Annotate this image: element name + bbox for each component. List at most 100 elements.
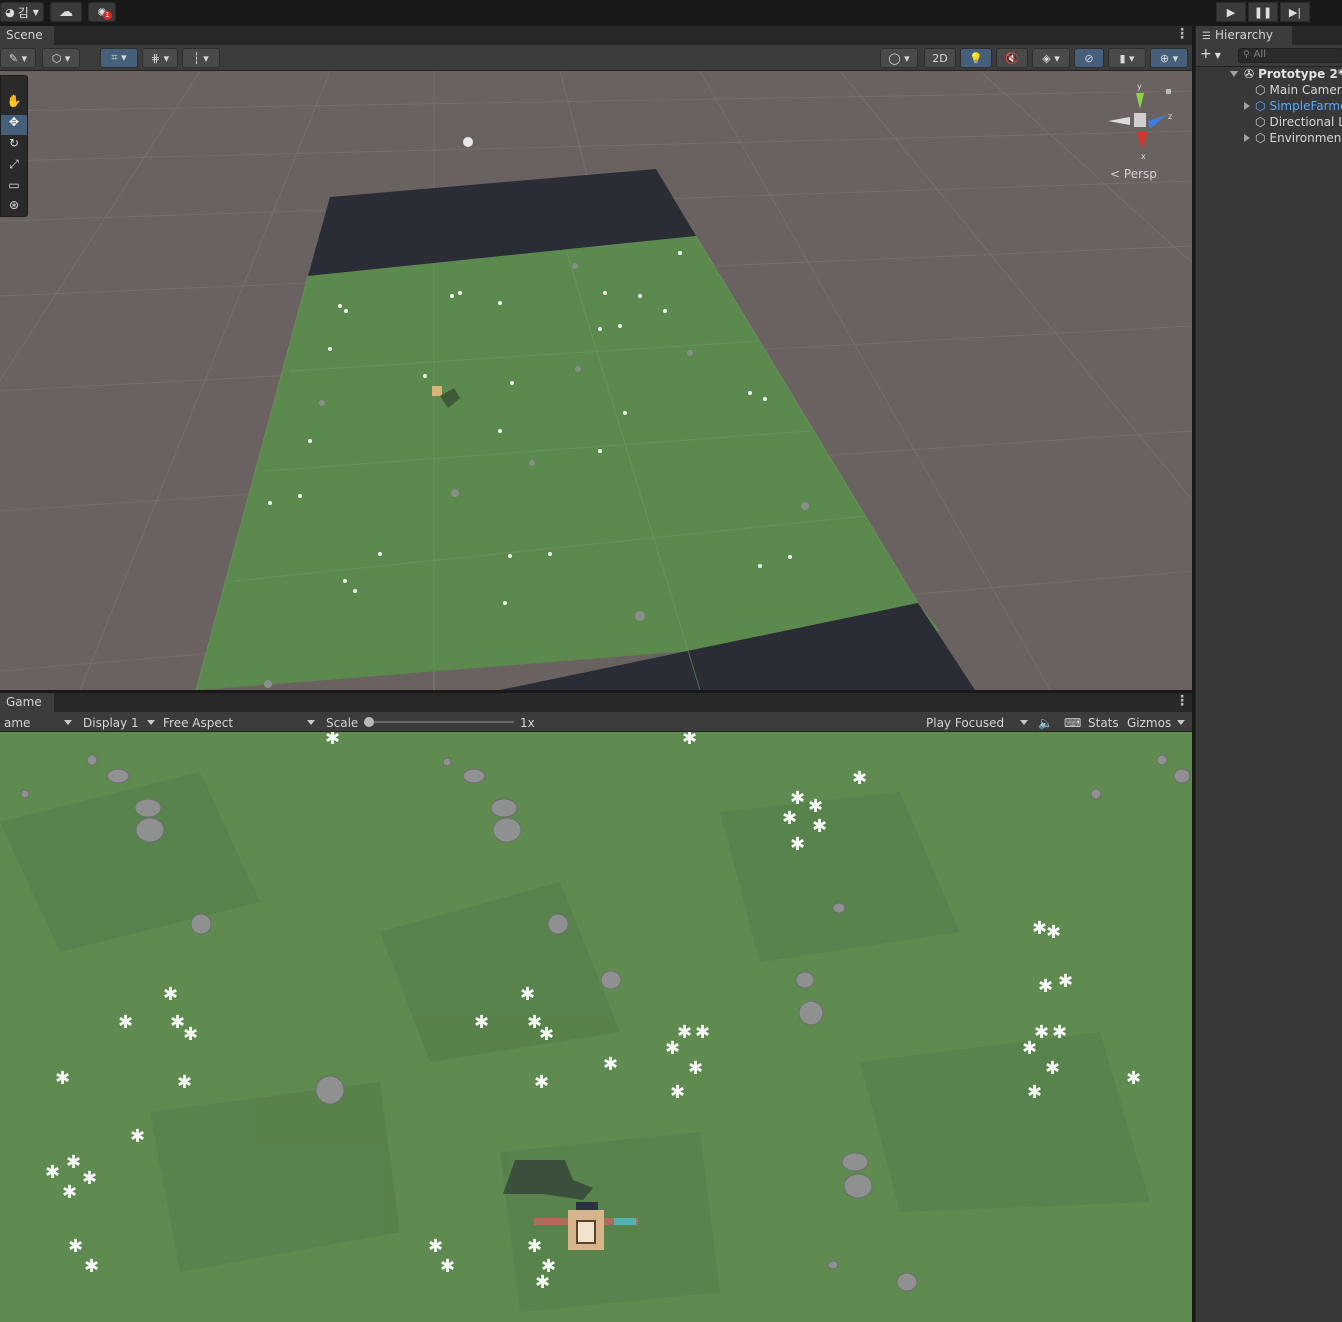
hierarchy-item[interactable]: ⬡ Main Camera xyxy=(1242,82,1342,98)
snap-icon: ⋕ ▾ xyxy=(150,51,170,65)
transform-tool-icon[interactable]: ⊛ xyxy=(3,198,25,216)
game-mode-dropdown[interactable]: ame xyxy=(0,713,76,733)
gizmos-dropdown[interactable]: ⊕ ▾ xyxy=(1150,48,1188,68)
svg-text:✱: ✱ xyxy=(428,1236,443,1257)
svg-text:✱: ✱ xyxy=(520,984,535,1005)
light-bulb-icon: 💡 xyxy=(969,51,983,65)
ruler-dropdown[interactable]: ┆ ▾ xyxy=(182,48,220,68)
expand-arrow-icon[interactable] xyxy=(1244,134,1250,142)
move-tool-icon[interactable]: ✥ xyxy=(1,115,27,135)
collab-button[interactable]: ✺ 1 xyxy=(88,2,116,22)
step-button[interactable]: ▶| xyxy=(1280,2,1310,22)
keyboard-shortcuts-toggle[interactable]: ⌨ xyxy=(1060,713,1082,733)
svg-text:✱: ✱ xyxy=(603,1054,618,1075)
svg-text:✱: ✱ xyxy=(539,1024,554,1045)
aspect-dropdown[interactable]: Free Aspect xyxy=(159,713,319,733)
stats-toggle[interactable]: Stats xyxy=(1084,713,1122,733)
game-tab-row: Game ⋮ xyxy=(0,693,1192,712)
account-icon: ◕ xyxy=(5,5,15,19)
svg-text:✱: ✱ xyxy=(808,796,823,817)
tab-hierarchy[interactable]: ☰ Hierarchy xyxy=(1196,26,1292,45)
svg-text:✱: ✱ xyxy=(55,1068,70,1089)
account-dropdown[interactable]: ◕ 김 ▼ xyxy=(0,2,44,22)
hierarchy-item-label: SimpleFarmer xyxy=(1269,99,1342,113)
audio-mute-icon: 🔇 xyxy=(1005,51,1019,65)
svg-text:✱: ✱ xyxy=(440,1256,455,1277)
x-axis-label: x xyxy=(1141,152,1146,161)
stats-label: Stats xyxy=(1088,716,1119,730)
hierarchy-item[interactable]: ⬡ Environment xyxy=(1242,130,1342,146)
svg-text:✱: ✱ xyxy=(535,1272,550,1293)
svg-text:✱: ✱ xyxy=(790,788,805,809)
scale-slider-track[interactable] xyxy=(368,721,514,723)
draw-mode-dropdown[interactable]: ✎ ▾ xyxy=(0,48,36,68)
account-label: 김 xyxy=(17,5,29,20)
svg-text:✱: ✱ xyxy=(62,1182,77,1203)
game-mode-label: ame xyxy=(4,716,31,730)
game-menu-icon[interactable]: ⋮ xyxy=(1175,693,1189,709)
y-axis-cone[interactable] xyxy=(1136,93,1144,109)
scene-root-item[interactable]: ✇ Prototype 2* xyxy=(1230,66,1342,82)
tab-game[interactable]: Game xyxy=(0,693,54,712)
svg-text:✱: ✱ xyxy=(534,1072,549,1093)
increment-snap-dropdown[interactable]: ⋕ ▾ xyxy=(142,48,178,68)
svg-text:✱: ✱ xyxy=(790,834,805,855)
scale-slider-thumb[interactable] xyxy=(364,717,374,727)
svg-text:✱: ✱ xyxy=(688,1058,703,1079)
audio-toggle[interactable]: 🔇 xyxy=(996,48,1028,68)
rotate-tool-icon[interactable]: ↻ xyxy=(3,136,25,156)
hierarchy-item[interactable]: ⬡Directional Light xyxy=(1242,114,1342,130)
mute-audio-toggle[interactable]: 🔈 xyxy=(1034,713,1056,733)
gizmos-toggle[interactable]: Gizmos xyxy=(1123,713,1189,733)
hierarchy-tab-label: Hierarchy xyxy=(1214,28,1273,42)
effects-dropdown[interactable]: ◈ ▾ xyxy=(1032,48,1070,68)
add-object-button[interactable]: + ▼ xyxy=(1200,46,1228,64)
svg-text:✱: ✱ xyxy=(1022,1038,1037,1059)
cube-icon: ⬡ ▾ xyxy=(51,51,71,65)
rect-tool-icon[interactable]: ▭ xyxy=(3,178,25,198)
pause-icon: ❚❚ xyxy=(1253,5,1273,19)
persp-toggle[interactable]: < Persp xyxy=(1110,167,1157,181)
play-button[interactable]: ▶ xyxy=(1216,2,1246,22)
hand-tool-icon[interactable]: ✋ xyxy=(3,94,25,114)
game-toolbar: ame Display 1 Free Aspect Scale 1x Play … xyxy=(0,712,1192,732)
shading-dropdown[interactable]: ⬡ ▾ xyxy=(42,48,80,68)
eye-slash-icon: ⊘ xyxy=(1084,51,1094,65)
light-gizmo-icon[interactable] xyxy=(463,137,473,147)
expand-arrow-icon[interactable] xyxy=(1244,102,1250,110)
hierarchy-tab-row: ☰ Hierarchy xyxy=(1196,26,1342,45)
hierarchy-item[interactable]: ⬡SimpleFarmer xyxy=(1242,98,1342,114)
grid-snap-dropdown[interactable]: ⌗ ▾ xyxy=(100,48,138,68)
render-mode-dropdown[interactable]: ◯ ▾ xyxy=(880,48,918,68)
game-view[interactable]: ✱ ✱ ✱ ✱ ✱ ✱ ✱ ✱ ✱ ✱ ✱ ✱ ✱ ✱ ✱ ✱ ✱ ✱ ✱ ✱ ✱ ✱ ✱ ✱ ✱ ✱ ✱ ✱ ✱ ✱ ✱ ✱ ✱… xyxy=(0,732,1192,1322)
hierarchy-search-input[interactable]: ⚲ All xyxy=(1238,48,1342,63)
display-dropdown[interactable]: Display 1 xyxy=(79,713,159,733)
camera-dropdown[interactable]: ▮ ▾ xyxy=(1108,48,1146,68)
scene-menu-icon[interactable]: ⋮ xyxy=(1175,26,1189,42)
svg-text:✱: ✱ xyxy=(130,1126,145,1147)
y-axis-label: y xyxy=(1137,82,1142,91)
z-axis-cone[interactable] xyxy=(1148,115,1166,129)
cloud-button[interactable]: ☁ xyxy=(50,2,82,22)
play-mode-dropdown[interactable]: Play Focused xyxy=(922,713,1032,733)
svg-text:✱: ✱ xyxy=(1045,1058,1060,1079)
camera-icon: ▮ ▾ xyxy=(1119,51,1135,65)
hidden-objects-toggle[interactable]: ⊘ xyxy=(1074,48,1104,68)
pause-button[interactable]: ❚❚ xyxy=(1248,2,1278,22)
lighting-toggle[interactable]: 💡 xyxy=(960,48,992,68)
svg-text:✱: ✱ xyxy=(1126,1068,1141,1089)
game-canvas[interactable]: ✱ ✱ ✱ ✱✱ ✱✱✱ ✱✱✱ ✱ ✱✱✱✱ ✱✱✱✱ ✱ ✱✱✱✱✱ ✱ ✱✱✱✱ ✱ ✱… xyxy=(0,732,1192,1322)
expand-arrow-icon[interactable] xyxy=(1230,71,1238,77)
scene-view[interactable]: ✋ ✥ ↻ ⤢ ▭ ⊛ y z x < Persp xyxy=(0,71,1192,690)
x-axis-cone[interactable] xyxy=(1136,131,1148,149)
collab-badge: 1 xyxy=(103,11,112,20)
aspect-label: Free Aspect xyxy=(163,716,234,730)
plus-icon: + xyxy=(1200,46,1212,62)
orientation-gizmo[interactable]: y z x < Persp xyxy=(1100,79,1180,189)
scale-tool-icon[interactable]: ⤢ xyxy=(3,157,25,177)
scene-canvas[interactable] xyxy=(0,71,1192,690)
grid-icon: ⌗ ▾ xyxy=(111,51,127,64)
tab-scene[interactable]: Scene xyxy=(0,26,54,45)
2d-toggle[interactable]: 2D xyxy=(924,48,956,68)
layers-icon: ◈ ▾ xyxy=(1042,51,1060,65)
